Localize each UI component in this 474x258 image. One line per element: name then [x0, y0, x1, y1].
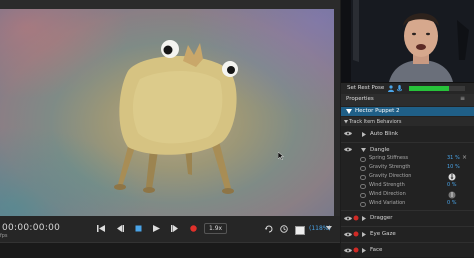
behavior-name: Face	[370, 247, 383, 253]
chevron-right-icon[interactable]	[362, 216, 366, 221]
divider	[341, 142, 474, 143]
chevron-down-icon[interactable]	[326, 226, 332, 231]
camera-input-panel	[341, 0, 474, 82]
loop-icon[interactable]	[265, 225, 273, 233]
param-value[interactable]: 0 %	[447, 182, 457, 188]
webcam-feed-image	[341, 0, 474, 82]
behavior-row-dragger[interactable]: Dragger	[341, 211, 474, 225]
behavior-name: Dangle	[370, 146, 390, 153]
go-to-start-icon[interactable]	[97, 225, 105, 232]
audio-level-meter	[409, 86, 449, 91]
param-value[interactable]: 31 %	[447, 155, 460, 161]
eye-icon[interactable]	[344, 216, 352, 221]
properties-panel: Properties ≡ Hector Puppet 2 Track Item …	[341, 94, 474, 257]
eye-icon[interactable]	[344, 232, 352, 237]
stage-side-gutter	[334, 9, 340, 216]
chevron-down-icon[interactable]	[361, 147, 366, 152]
properties-header: Properties ≡	[341, 94, 474, 106]
behavior-name: Auto Blink	[370, 130, 399, 137]
behavior-row-dangle[interactable]: Dangle	[341, 144, 474, 154]
stopwatch-icon[interactable]	[360, 183, 366, 189]
param-row-gravity-strength: Gravity Strength 10 %	[341, 164, 474, 172]
microphone-icon[interactable]	[397, 85, 402, 93]
chevron-right-icon[interactable]	[362, 232, 366, 237]
record-arm-icon[interactable]	[353, 247, 359, 253]
stopwatch-icon[interactable]	[360, 192, 366, 198]
record-arm-icon[interactable]	[353, 215, 359, 221]
behavior-row-face[interactable]: Face	[341, 243, 474, 257]
stopwatch-icon[interactable]	[360, 165, 366, 171]
eye-icon[interactable]	[344, 248, 352, 253]
audio-level-meter-track	[449, 86, 465, 91]
param-row-spring-stiffness: Spring Stiffness 31 % ×	[341, 154, 474, 163]
chevron-right-icon[interactable]	[362, 248, 366, 253]
param-row-wind-strength: Wind Strength 0 %	[341, 182, 474, 190]
person-icon[interactable]	[388, 85, 394, 92]
param-value[interactable]: 0 %	[447, 200, 457, 206]
stopwatch-icon[interactable]	[360, 174, 366, 180]
set-rest-pose-button[interactable]: Set Rest Pose	[347, 85, 384, 91]
behavior-row-auto-blink[interactable]: Auto Blink	[341, 127, 474, 141]
close-icon[interactable]: ×	[462, 154, 467, 161]
puppet-row[interactable]: Hector Puppet 2	[341, 107, 474, 116]
track-item-behaviors-header[interactable]: Track Item Behaviors	[341, 117, 474, 126]
direction-dial-icon[interactable]	[448, 173, 456, 181]
timecode[interactable]: 00:00:00:00	[2, 223, 60, 233]
step-forward-icon[interactable]	[171, 225, 179, 232]
stopwatch-icon[interactable]	[360, 156, 366, 162]
track-item-behaviors-label: Track Item Behaviors	[349, 118, 402, 125]
behavior-name: Dragger	[370, 215, 393, 221]
scene-stage[interactable]	[0, 9, 334, 216]
puppet-icon	[346, 109, 352, 114]
behavior-row-eye-gaze[interactable]: Eye Gaze	[341, 227, 474, 241]
record-arm-icon[interactable]	[353, 231, 359, 237]
chevron-right-icon[interactable]	[362, 131, 366, 137]
direction-dial-icon[interactable]	[448, 191, 456, 199]
stop-icon[interactable]	[135, 225, 142, 232]
record-icon[interactable]	[190, 225, 197, 232]
transport-bar: 00:00:00:00 fps 1.9x (118%)	[0, 216, 340, 242]
timeline-strip[interactable]	[0, 242, 340, 258]
param-label: Gravity Direction	[369, 173, 412, 179]
step-back-icon[interactable]	[116, 225, 124, 232]
param-row-gravity-direction: Gravity Direction	[341, 173, 474, 181]
frog-puppet-illustration	[114, 40, 238, 194]
param-label: Spring Stiffness	[369, 155, 409, 161]
param-label: Gravity Strength	[369, 164, 411, 170]
panel-menu-icon[interactable]: ≡	[460, 95, 465, 102]
behavior-name: Eye Gaze	[370, 231, 396, 237]
stage-top-strip	[0, 0, 340, 9]
history-icon[interactable]	[280, 225, 288, 233]
param-label: Wind Direction	[369, 191, 406, 197]
properties-title: Properties	[346, 96, 374, 102]
chevron-down-icon	[344, 119, 348, 123]
play-icon[interactable]	[153, 225, 160, 232]
param-row-wind-variation: Wind Variation 0 %	[341, 200, 474, 208]
param-label: Wind Variation	[369, 200, 406, 206]
stopwatch-icon[interactable]	[360, 201, 366, 207]
mouse-cursor-icon	[278, 152, 284, 160]
fps-label: fps	[0, 233, 8, 239]
playback-speed[interactable]: 1.9x	[204, 223, 228, 234]
param-row-wind-direction: Wind Direction	[341, 191, 474, 199]
eye-icon[interactable]	[344, 147, 352, 152]
param-label: Wind Strength	[369, 182, 405, 188]
puppet-name: Hector Puppet 2	[355, 108, 400, 114]
param-value[interactable]: 10 %	[447, 164, 460, 170]
background-color-swatch[interactable]	[295, 226, 305, 235]
eye-icon[interactable]	[344, 131, 352, 136]
